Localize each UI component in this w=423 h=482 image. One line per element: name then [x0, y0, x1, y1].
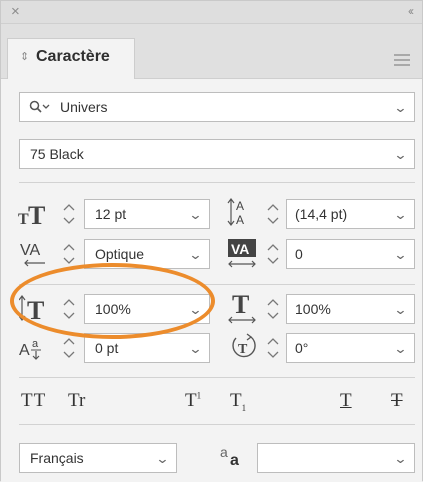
kerning-icon: VA: [19, 239, 51, 271]
font-size-field[interactable]: 12 pt ⌄: [84, 199, 210, 229]
kerning-value: Optique: [95, 246, 145, 262]
baseline-shift-icon: Aa: [19, 335, 53, 363]
svg-text:VA: VA: [20, 242, 40, 259]
svg-text:T: T: [27, 296, 44, 325]
divider: [19, 182, 415, 183]
svg-text:T: T: [232, 291, 249, 319]
chevron-down-icon[interactable]: ⌄: [393, 302, 407, 318]
svg-text:VA: VA: [231, 241, 249, 257]
underline-button[interactable]: T: [340, 390, 352, 412]
tab-row: ⇕ Caractère: [1, 24, 422, 79]
rotation-value: 0°: [295, 340, 309, 356]
font-size-value: 12 pt: [95, 206, 127, 222]
strikethrough-button[interactable]: T: [391, 390, 403, 412]
updown-arrows-icon: ⇕: [20, 51, 30, 63]
leading-field[interactable]: (14,4 pt) ⌄: [286, 199, 415, 229]
rotation-field[interactable]: 0° ⌄: [286, 333, 415, 363]
font-style-value: 75 Black: [30, 146, 84, 162]
chevron-down-icon[interactable]: ⌄: [188, 341, 202, 357]
horizontal-scale-icon: T: [227, 291, 259, 325]
svg-text:A: A: [19, 342, 30, 359]
leading-value: (14,4 pt): [295, 206, 348, 222]
baseline-shift-field[interactable]: 0 pt ⌄: [84, 333, 210, 363]
divider: [19, 377, 415, 378]
chevron-down-icon[interactable]: ⌄: [188, 247, 202, 263]
svg-text:A: A: [236, 213, 244, 227]
spinner-icon[interactable]: [61, 240, 77, 268]
chevron-down-icon[interactable]: ⌄: [155, 451, 169, 467]
spinner-icon[interactable]: [265, 200, 281, 228]
tracking-value: 0: [295, 246, 303, 262]
divider: [19, 424, 415, 425]
small-caps-button[interactable]: Tr: [68, 390, 85, 412]
horizontal-scale-value: 100%: [295, 301, 331, 317]
tracking-field[interactable]: 0 ⌄: [286, 239, 415, 269]
search-icon: [29, 100, 51, 114]
panel-top-bar: × ‹‹: [1, 1, 422, 24]
svg-text:a: a: [32, 338, 39, 350]
chevron-down-icon[interactable]: ⌄: [393, 451, 407, 467]
svg-text:a: a: [220, 444, 228, 460]
horizontal-scale-field[interactable]: 100% ⌄: [286, 294, 415, 324]
baseline-shift-value: 0 pt: [95, 340, 119, 356]
chevron-down-icon[interactable]: ⌄: [393, 100, 407, 116]
language-field[interactable]: Français ⌄: [19, 443, 177, 473]
font-family-field[interactable]: Univers ⌄: [19, 92, 415, 122]
language-value: Français: [30, 450, 84, 466]
kerning-field[interactable]: Optique ⌄: [84, 239, 210, 269]
vertical-scale-field[interactable]: 100% ⌄: [84, 294, 210, 324]
anti-aliasing-field[interactable]: ⌄: [257, 443, 415, 473]
tab-character[interactable]: ⇕ Caractère: [7, 38, 135, 79]
collapse-icon[interactable]: ‹‹: [408, 4, 414, 18]
chevron-down-icon[interactable]: ⌄: [188, 302, 202, 318]
small-caps-label: Tr: [68, 390, 86, 411]
spinner-icon[interactable]: [61, 334, 77, 362]
font-style-field[interactable]: 75 Black ⌄: [19, 139, 415, 169]
spinner-icon[interactable]: [61, 295, 77, 323]
tab-title: Caractère: [36, 48, 110, 65]
spinner-icon[interactable]: [265, 334, 281, 362]
panel-menu-icon[interactable]: [394, 54, 410, 69]
chevron-down-icon[interactable]: ⌄: [393, 341, 407, 357]
spinner-icon[interactable]: [61, 200, 77, 228]
panel-body: Univers ⌄ 75 Black ⌄ TT 12 pt ⌄ AA (14,4…: [1, 79, 422, 482]
tracking-icon: VA: [227, 237, 259, 271]
superscript-label: T: [185, 390, 197, 411]
character-panel: × ‹‹ ⇕ Caractère Univers ⌄ 75 Black ⌄ TT: [0, 0, 423, 482]
font-size-icon: TT: [18, 202, 52, 230]
subscript-button[interactable]: T1: [230, 390, 246, 413]
chevron-down-icon[interactable]: ⌄: [188, 207, 202, 223]
vertical-scale-icon: T: [19, 293, 53, 325]
anti-aliasing-icon: aa: [219, 443, 247, 469]
close-icon[interactable]: ×: [11, 3, 20, 20]
chevron-down-icon[interactable]: ⌄: [393, 247, 407, 263]
divider: [19, 284, 415, 285]
spinner-icon[interactable]: [265, 295, 281, 323]
chevron-down-icon[interactable]: ⌄: [393, 147, 407, 163]
leading-icon: AA: [227, 196, 257, 230]
chevron-down-icon[interactable]: ⌄: [393, 207, 407, 223]
font-family-value: Univers: [60, 99, 108, 115]
svg-text:T: T: [238, 342, 248, 357]
svg-text:a: a: [230, 452, 239, 469]
vertical-scale-value: 100%: [95, 301, 131, 317]
svg-text:T: T: [28, 202, 45, 230]
superscript-button[interactable]: T1: [185, 390, 201, 412]
spinner-icon[interactable]: [265, 240, 281, 268]
all-caps-button[interactable]: TT: [21, 390, 46, 412]
svg-text:A: A: [236, 199, 244, 213]
rotation-icon: T: [230, 332, 258, 362]
subscript-label: T: [230, 390, 242, 411]
